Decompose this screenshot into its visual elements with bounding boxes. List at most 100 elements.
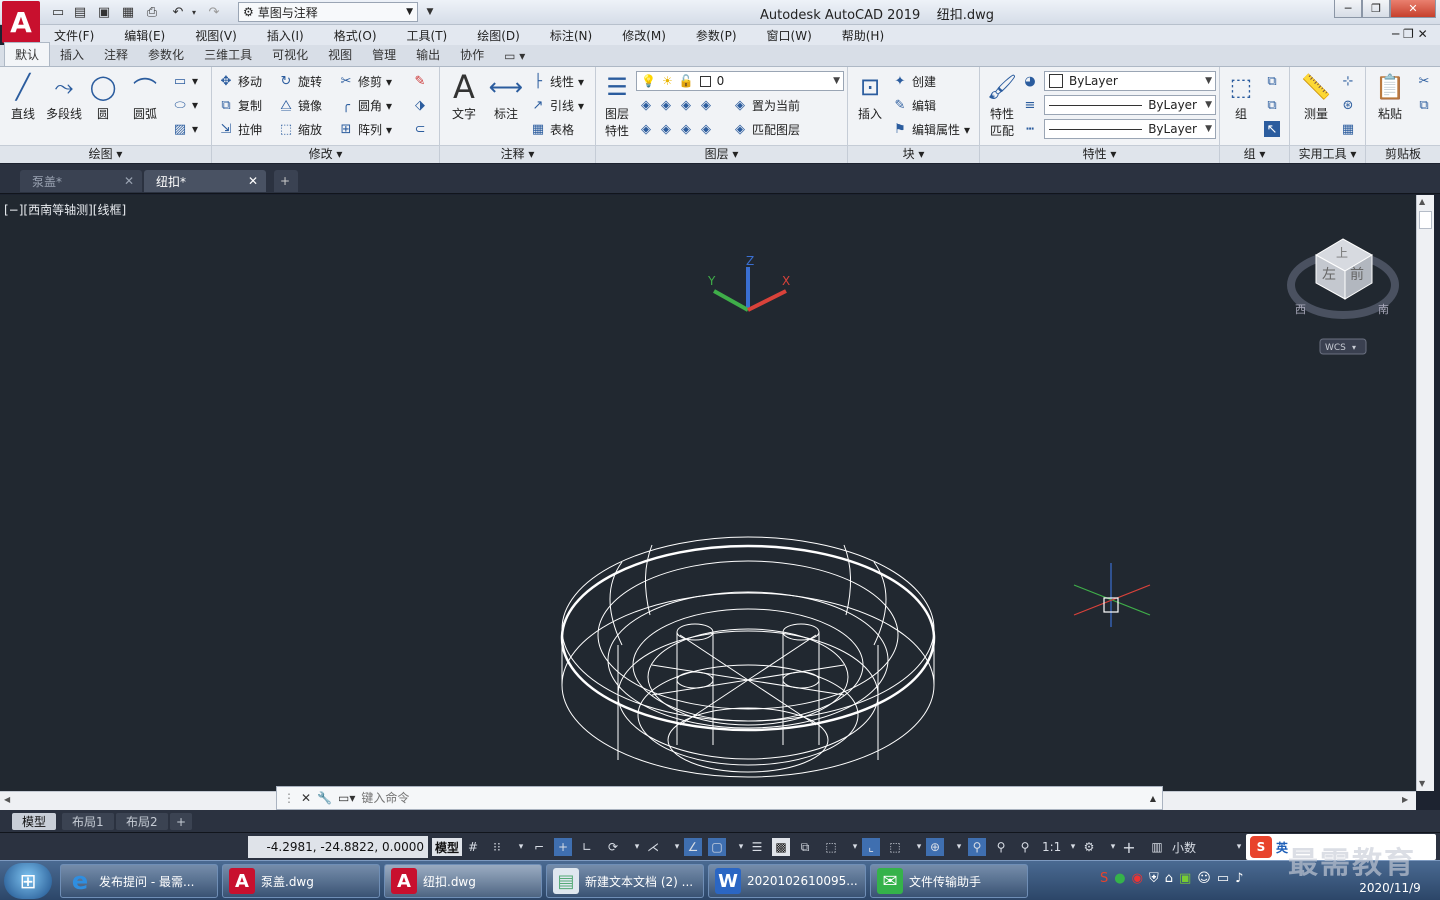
layer-dropdown[interactable]: 💡 ☀ 🔓 0 ▼ <box>636 71 844 91</box>
text-button[interactable]: A 文字 <box>444 68 484 122</box>
vertical-scrollbar[interactable]: ▲ ▼ <box>1416 195 1434 791</box>
workspace-selector[interactable]: ⚙ 草图与注释 ▼ <box>238 2 418 22</box>
scale-button[interactable]: ⬚ 缩放 <box>278 121 322 138</box>
leader-button[interactable]: ↗ 引线 ▾ <box>530 97 585 114</box>
wrench-icon[interactable]: 🔧 <box>317 791 332 805</box>
layer-tools-row1[interactable]: ◈ ◈ ◈ ◈ <box>638 97 714 113</box>
group-select-button[interactable]: ↖ <box>1264 121 1280 137</box>
isodraft-icon[interactable]: ⋌ <box>644 838 662 856</box>
measure-button[interactable]: 📏 测量 <box>1294 71 1338 122</box>
menu-format[interactable]: 格式(O) <box>320 27 393 44</box>
lineweight-dropdown[interactable]: ByLayer ▼ <box>1044 119 1216 139</box>
qat-customize-icon[interactable]: ▼ <box>420 3 440 21</box>
add-layout-button[interactable]: + <box>170 813 193 830</box>
print-icon[interactable]: ⎙ <box>142 3 162 21</box>
mirror-button[interactable]: ⧋ 镜像 <box>278 97 322 114</box>
drawing-canvas[interactable]: Z Y X 上 左 前 西 南 WCS ▾ <box>0 195 1416 791</box>
tab-manage[interactable]: 管理 <box>362 43 406 66</box>
table-button[interactable]: ▦ 表格 <box>530 121 574 138</box>
dynamic-input-icon[interactable]: + <box>554 838 572 856</box>
tab-model[interactable]: 模型 <box>12 813 57 830</box>
scroll-down-icon[interactable]: ▼ <box>1419 779 1425 788</box>
annotation-monitor-icon[interactable]: + <box>1120 838 1138 857</box>
dynamic-ucs-icon[interactable]: ⌞ <box>862 838 880 856</box>
command-history-icon[interactable]: ▲ <box>1150 794 1162 803</box>
arc-button[interactable]: ⌒ 圆弧 <box>126 71 164 122</box>
explode-button[interactable]: ⬗ <box>412 97 428 113</box>
group-edit-button[interactable]: ⧉ <box>1264 97 1280 113</box>
panel-modify-label[interactable]: 修改 ▾ <box>212 145 439 163</box>
undo-dropdown-icon[interactable]: ▾ <box>184 3 204 21</box>
linear-button[interactable]: ├ 线性 ▾ <box>530 73 584 90</box>
panel-properties-label[interactable]: 特性 ▾ <box>980 145 1219 163</box>
taskbar-item-wechat[interactable]: ✉ 文件传输助手 <box>870 864 1028 898</box>
quick-select-button[interactable]: ⊛ <box>1340 97 1356 113</box>
menu-draw[interactable]: 绘图(D) <box>463 27 536 44</box>
annotation-visibility-icon[interactable]: ⚲ <box>968 838 986 856</box>
drawing-viewport[interactable]: [−][西南等轴测][线框] Z Y X 上 左 前 西 南 WCS ▾ <box>0 195 1416 791</box>
application-menu-button[interactable]: A <box>2 1 40 43</box>
redo-icon[interactable]: ↷ <box>204 3 224 21</box>
layer-properties-button[interactable]: ☰ 图层 特性 <box>598 71 636 139</box>
taskbar-item-word[interactable]: W 2020102610095... <box>708 864 866 898</box>
paste-button[interactable]: 📋 粘贴 <box>1370 71 1410 122</box>
selection-filter-icon[interactable]: ⬚ <box>886 838 904 856</box>
gizmo-icon[interactable]: ⊕ <box>926 838 944 856</box>
close-button[interactable]: ✕ <box>1390 0 1436 18</box>
fillet-button[interactable]: ╭ 圆角 ▾ <box>338 97 392 114</box>
menu-file[interactable]: 文件(F) <box>40 27 110 44</box>
annotation-scale-icon[interactable]: ⚲ <box>1016 838 1034 856</box>
tab-3d-tools[interactable]: 三维工具 <box>194 43 262 66</box>
auto-scale-icon[interactable]: ⚲ <box>992 838 1010 856</box>
menu-tools[interactable]: 工具(T) <box>393 27 464 44</box>
new-file-icon[interactable]: ▭ <box>48 3 68 21</box>
tab-parametric[interactable]: 参数化 <box>138 43 194 66</box>
tab-view[interactable]: 视图 <box>318 43 362 66</box>
ribbon-toggle-icon[interactable]: ▭ ▾ <box>494 46 535 66</box>
offset-button[interactable]: ⊂ <box>412 121 428 137</box>
color-dropdown[interactable]: ByLayer ▼ <box>1044 71 1216 91</box>
rotate-button[interactable]: ↻ 旋转 <box>278 73 322 90</box>
tab-visualize[interactable]: 可视化 <box>262 43 318 66</box>
coordinates-readout[interactable]: -4.2981, -24.8822, 0.0000 <box>248 836 428 858</box>
group-button[interactable]: ⬚ 组 <box>1222 71 1260 122</box>
display-tray-icon[interactable]: ▭ <box>1217 871 1229 886</box>
grid-icon[interactable]: # <box>464 838 482 856</box>
ungroup-button[interactable]: ⧉ <box>1264 73 1280 89</box>
qq-tray-icon[interactable]: ☺ <box>1197 871 1211 886</box>
id-point-button[interactable]: ⊹ <box>1340 73 1356 89</box>
annotation-scale-value[interactable]: 1:1 <box>1042 838 1061 856</box>
copy-clip-button[interactable]: ⧉ <box>1416 97 1432 113</box>
layer-tools-row2[interactable]: ◈ ◈ ◈ ◈ <box>638 121 714 137</box>
minimize-button[interactable]: ─ <box>1334 0 1362 18</box>
viewcube[interactable]: 上 左 前 西 南 WCS ▾ <box>1287 238 1399 355</box>
ortho-icon[interactable]: ∟ <box>578 838 596 856</box>
chevron-down-icon[interactable]: ▾ <box>950 838 968 856</box>
menu-view[interactable]: 视图(V) <box>181 27 253 44</box>
drag-handle-icon[interactable]: ⋮ <box>283 791 295 805</box>
panel-draw-label[interactable]: 绘图 ▾ <box>0 145 211 163</box>
insert-block-button[interactable]: ⊡ 插入 <box>850 71 890 122</box>
scroll-left-icon[interactable]: ◀ <box>4 795 10 804</box>
set-current-button[interactable]: ◈ 置为当前 <box>732 97 800 114</box>
workspace-gear-icon[interactable]: ⚙ <box>1080 838 1098 856</box>
stretch-button[interactable]: ⇲ 拉伸 <box>218 121 262 138</box>
linetype-dropdown[interactable]: ByLayer ▼ <box>1044 95 1216 115</box>
3d-osnap-icon[interactable]: ⬚ <box>822 838 840 856</box>
save-icon[interactable]: ▣ <box>94 3 114 21</box>
taskbar-item-niukou[interactable]: A 纽扣.dwg <box>384 864 542 898</box>
tab-output[interactable]: 输出 <box>406 43 450 66</box>
copy-button[interactable]: ⧉ 复制 <box>218 97 262 114</box>
menu-parametric[interactable]: 参数(P) <box>682 27 753 44</box>
object-snap-tracking-icon[interactable]: ∠ <box>684 838 702 856</box>
edit-attributes-button[interactable]: ⚑ 编辑属性 ▾ <box>892 121 970 138</box>
scroll-up-icon[interactable]: ▲ <box>1419 197 1425 206</box>
taskbar-item-bengai[interactable]: A 泵盖.dwg <box>222 864 380 898</box>
polyline-button[interactable]: ⤳ 多段线 <box>42 71 86 122</box>
units-value[interactable]: 小数 <box>1172 838 1196 856</box>
panel-clipboard-label[interactable]: 剪贴板 <box>1366 145 1440 163</box>
selection-cycling-icon[interactable]: ⧉ <box>796 838 814 856</box>
transparency-icon[interactable]: ▩ <box>772 838 790 856</box>
panel-groups-label[interactable]: 组 ▾ <box>1220 145 1289 163</box>
object-snap-icon[interactable]: ▢ <box>708 838 726 856</box>
